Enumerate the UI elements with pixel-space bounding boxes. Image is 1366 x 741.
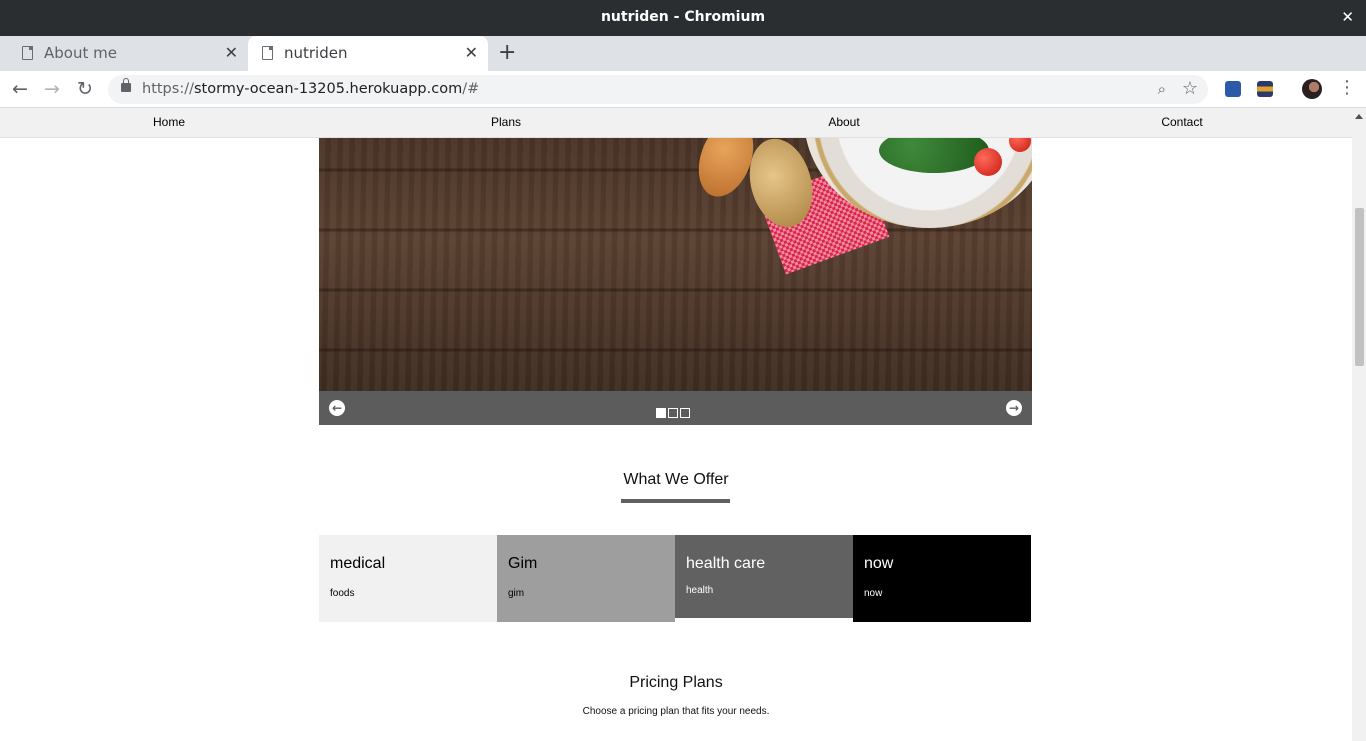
prev-slide-icon[interactable]: ←	[329, 400, 345, 416]
tab-about-me[interactable]: About me ✕	[8, 36, 248, 71]
extension-icon[interactable]	[1225, 81, 1241, 97]
offer-card-now: now now	[853, 535, 1031, 622]
tab-close-icon[interactable]: ✕	[225, 43, 238, 62]
slide-dot-2[interactable]	[668, 408, 678, 418]
card-title: now	[864, 555, 894, 572]
card-title: medical	[330, 555, 386, 572]
page-scrollbar[interactable]	[1352, 108, 1366, 741]
tab-label: About me	[44, 44, 117, 62]
tab-label: nutriden	[284, 44, 348, 62]
hero-slide-image	[319, 138, 1032, 391]
page-icon	[262, 46, 273, 60]
window-title: nutriden - Chromium	[600, 9, 766, 25]
page-icon	[22, 46, 33, 60]
offer-card-health-care: health care health	[675, 535, 853, 618]
browser-toolbar: ← → ↻ https://stormy-ocean-13205.herokua…	[0, 71, 1366, 108]
tomato-graphic	[974, 148, 1002, 176]
card-title: Gim	[508, 555, 538, 572]
offer-card-medical: medical foods	[319, 535, 497, 622]
nav-plans[interactable]: Plans	[491, 115, 521, 129]
forward-icon[interactable]: →	[44, 78, 60, 100]
nav-contact[interactable]: Contact	[1161, 115, 1202, 129]
bookmark-star-icon[interactable]: ☆	[1182, 78, 1198, 99]
zoom-icon[interactable]: ⌕	[1158, 80, 1166, 98]
back-icon[interactable]: ←	[12, 78, 28, 100]
nav-home[interactable]: Home	[153, 115, 185, 129]
pricing-heading: Pricing Plans	[629, 674, 723, 691]
url-path: /#	[462, 81, 480, 97]
slide-dot-3[interactable]	[680, 408, 690, 418]
lock-icon	[121, 78, 131, 92]
window-close-icon[interactable]: ✕	[1341, 8, 1354, 26]
scroll-thumb[interactable]	[1355, 208, 1364, 366]
new-tab-button[interactable]: +	[498, 40, 516, 65]
pricing-subtitle: Choose a pricing plan that fits your nee…	[582, 706, 770, 717]
slide-dot-1[interactable]	[656, 408, 666, 418]
site-nav: Home Plans About Contact	[0, 108, 1352, 138]
nav-about[interactable]: About	[828, 115, 859, 129]
scroll-up-icon[interactable]	[1355, 114, 1363, 119]
heading-underline	[621, 499, 730, 503]
card-subtitle: health	[686, 585, 714, 596]
slideshow-controls: ← →	[319, 391, 1032, 425]
next-slide-icon[interactable]: →	[1006, 400, 1022, 416]
extension-icon[interactable]	[1257, 81, 1273, 97]
url-scheme: https://	[142, 81, 194, 97]
menu-icon[interactable]: ⋮	[1338, 77, 1356, 98]
card-subtitle: foods	[330, 588, 355, 599]
slide-indicators	[656, 403, 692, 422]
tab-close-icon[interactable]: ✕	[465, 43, 478, 62]
window-titlebar: nutriden - Chromium ✕	[0, 0, 1366, 36]
tab-strip: About me ✕ nutriden ✕ +	[0, 36, 1366, 71]
profile-avatar[interactable]	[1302, 79, 1322, 99]
tab-nutriden[interactable]: nutriden ✕	[248, 36, 488, 71]
url-text[interactable]: https://stormy-ocean-13205.herokuapp.com…	[142, 81, 479, 97]
card-subtitle: now	[864, 588, 883, 599]
address-bar[interactable]: https://stormy-ocean-13205.herokuapp.com…	[108, 75, 1208, 104]
card-title: health care	[686, 555, 766, 572]
url-host: stormy-ocean-13205.herokuapp.com	[193, 81, 463, 97]
reload-icon[interactable]: ↻	[77, 78, 93, 100]
offer-card-gim: Gim gim	[497, 535, 675, 622]
offer-heading: What We Offer	[623, 471, 729, 488]
card-subtitle: gim	[508, 588, 525, 599]
